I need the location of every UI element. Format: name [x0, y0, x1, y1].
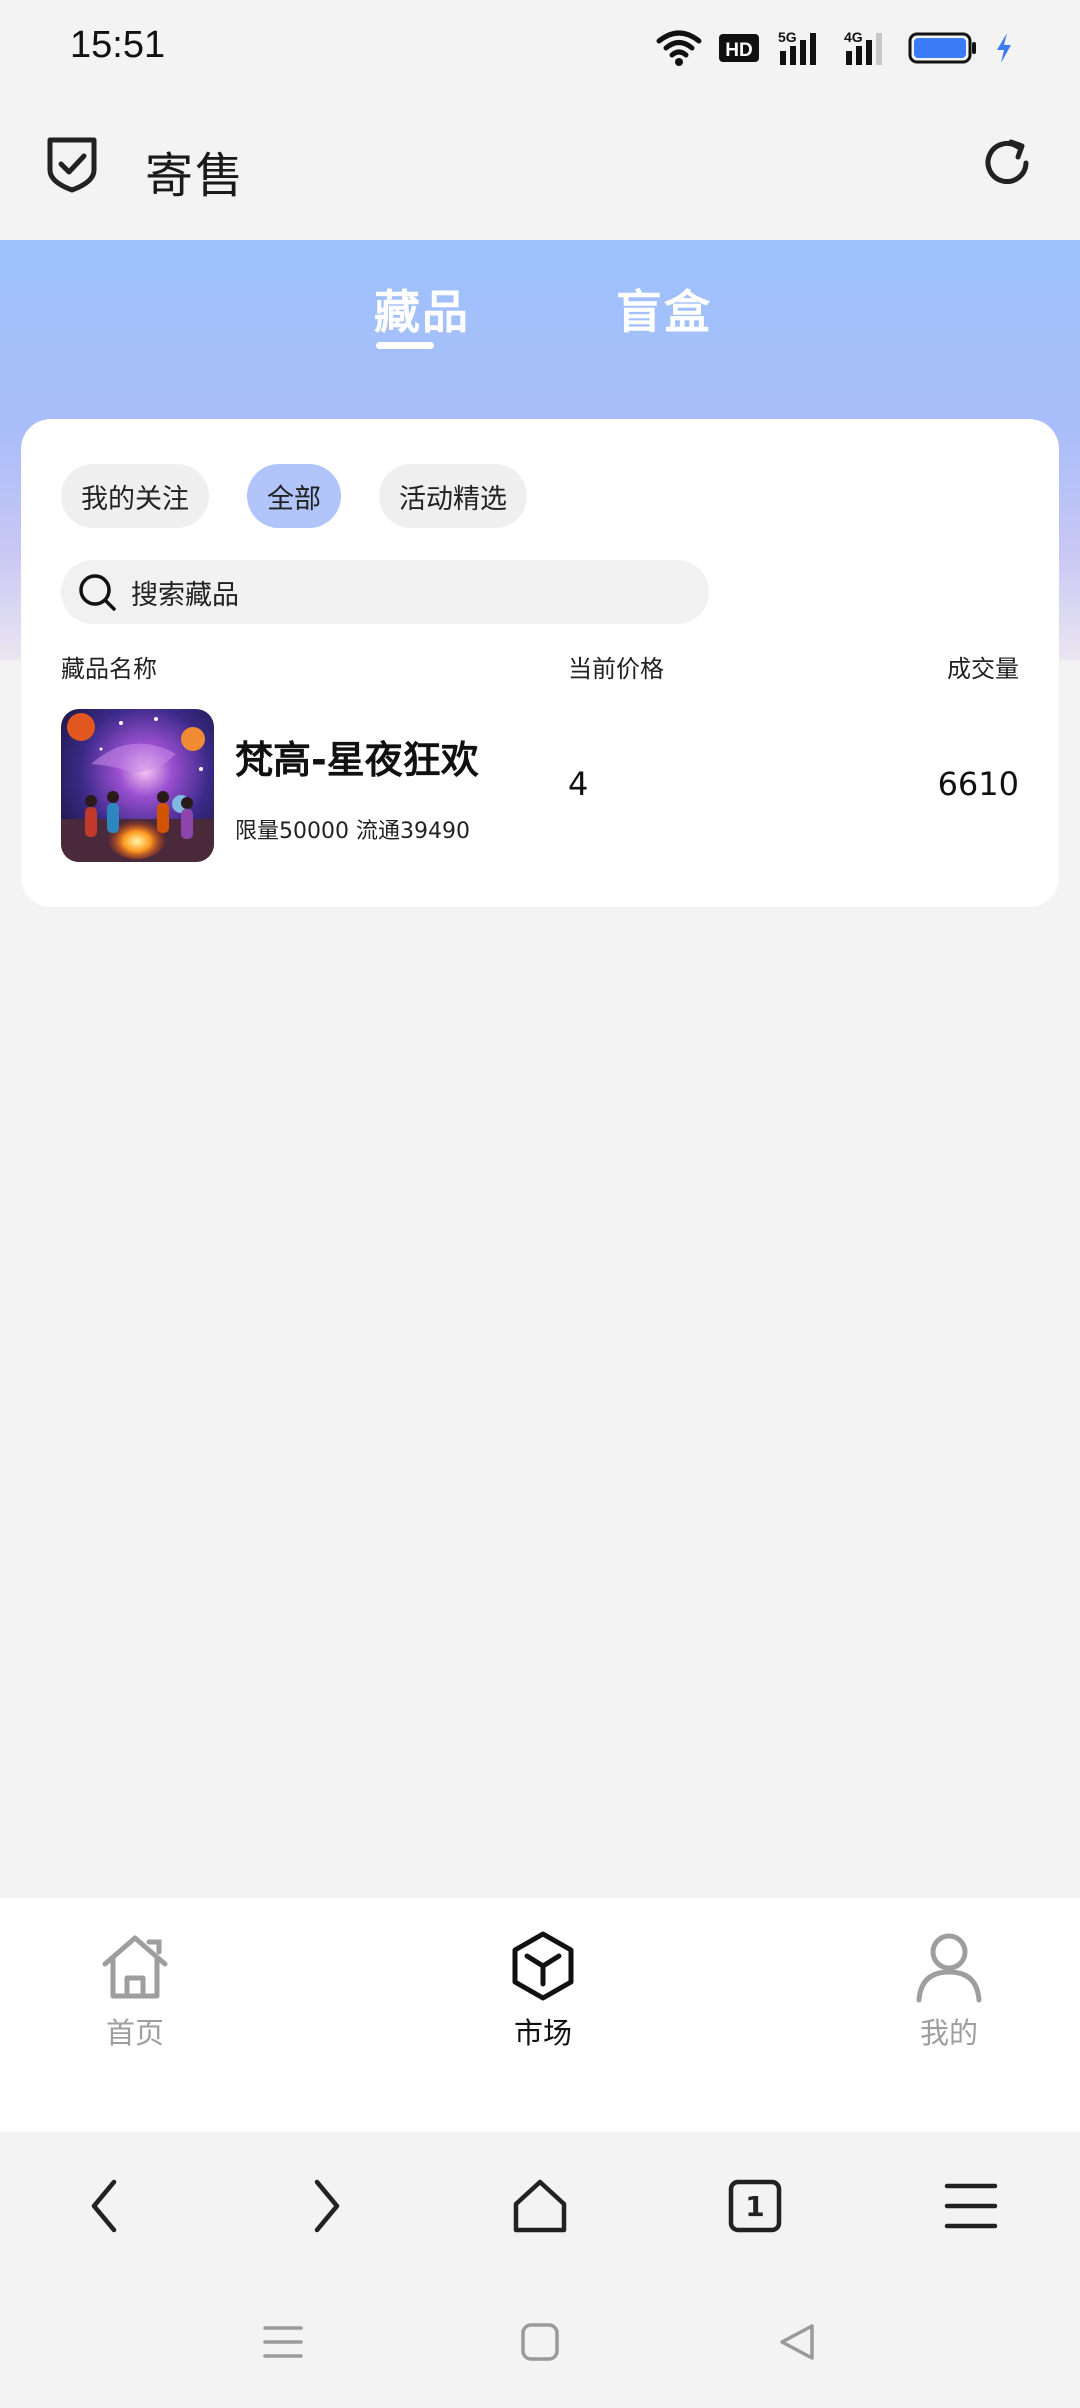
filter-chips: 我的关注 全部 活动精选: [61, 464, 527, 528]
chip-all[interactable]: 全部: [247, 464, 341, 528]
browser-home-icon[interactable]: [508, 2174, 572, 2238]
user-icon: [916, 1933, 982, 2003]
search-icon: [79, 574, 116, 611]
bottom-nav: 首页 市场 我的: [0, 1898, 1080, 2132]
search-placeholder: 搜索藏品: [131, 579, 239, 611]
status-time: 15:51: [70, 24, 166, 66]
battery-icon: [908, 32, 976, 64]
shield-check-icon[interactable]: [44, 134, 100, 194]
charging-icon: [997, 33, 1011, 63]
back-icon[interactable]: [76, 2174, 140, 2238]
recents-icon[interactable]: [261, 2320, 305, 2364]
tabs-button[interactable]: 1: [723, 2174, 787, 2238]
active-tab-indicator: [376, 342, 434, 349]
tab-blind-box[interactable]: 盲盒: [616, 276, 712, 342]
tab-collection[interactable]: 藏品: [374, 276, 470, 342]
search-input[interactable]: 搜索藏品: [61, 560, 709, 624]
page-title: 寄售: [145, 148, 246, 204]
system-back-icon[interactable]: [776, 2320, 820, 2364]
network-4g-label: 4G: [844, 29, 863, 45]
hd-badge-text: HD: [725, 40, 752, 61]
wifi-icon: [656, 30, 702, 66]
refresh-icon[interactable]: [978, 134, 1036, 192]
item-volume: 6610: [937, 765, 1019, 803]
item-thumbnail: [61, 709, 214, 862]
browser-toolbar: 1: [0, 2132, 1080, 2278]
header: 寄售: [0, 96, 1080, 240]
nav-label-market: 市场: [513, 2016, 572, 2050]
tab-row: 藏品 盲盒: [0, 240, 1080, 420]
nav-item-market[interactable]: 市场: [463, 1928, 623, 2078]
home-icon: [102, 1935, 168, 1999]
chip-featured[interactable]: 活动精选: [379, 464, 527, 528]
column-header-volume: 成交量: [947, 655, 1019, 683]
cube-icon: [512, 1931, 574, 2001]
system-home-icon[interactable]: [518, 2320, 562, 2364]
forward-icon[interactable]: [291, 2174, 355, 2238]
market-card: 我的关注 全部 活动精选 搜索藏品 藏品名称 当前价格 成交量 梵高-星夜狂欢 …: [21, 419, 1059, 907]
hd-icon: HD: [719, 34, 759, 62]
column-header-name: 藏品名称: [61, 655, 157, 683]
table-row[interactable]: 梵高-星夜狂欢 限量50000 流通39490 4 6610: [61, 709, 1019, 863]
item-supply-info: 限量50000 流通39490: [235, 819, 470, 844]
column-header-price: 当前价格: [568, 655, 664, 683]
chip-following[interactable]: 我的关注: [61, 464, 209, 528]
nav-label-mine: 我的: [919, 2016, 978, 2050]
item-name: 梵高-星夜狂欢: [235, 738, 479, 782]
signal-4g-icon: 4G: [844, 29, 882, 65]
network-5g-label: 5G: [778, 29, 797, 45]
nav-label-home: 首页: [105, 2016, 164, 2050]
status-bar: 15:51 HD 5G 4G: [0, 0, 1080, 96]
tab-count: 1: [745, 2189, 765, 2223]
item-price: 4: [568, 765, 589, 803]
signal-5g-icon: 5G: [778, 29, 816, 65]
system-navigation: [0, 2278, 1080, 2408]
status-icons: HD 5G 4G: [656, 28, 1014, 68]
nav-item-home[interactable]: 首页: [55, 1928, 215, 2078]
nav-item-mine[interactable]: 我的: [869, 1928, 1029, 2078]
menu-icon[interactable]: [939, 2174, 1003, 2238]
